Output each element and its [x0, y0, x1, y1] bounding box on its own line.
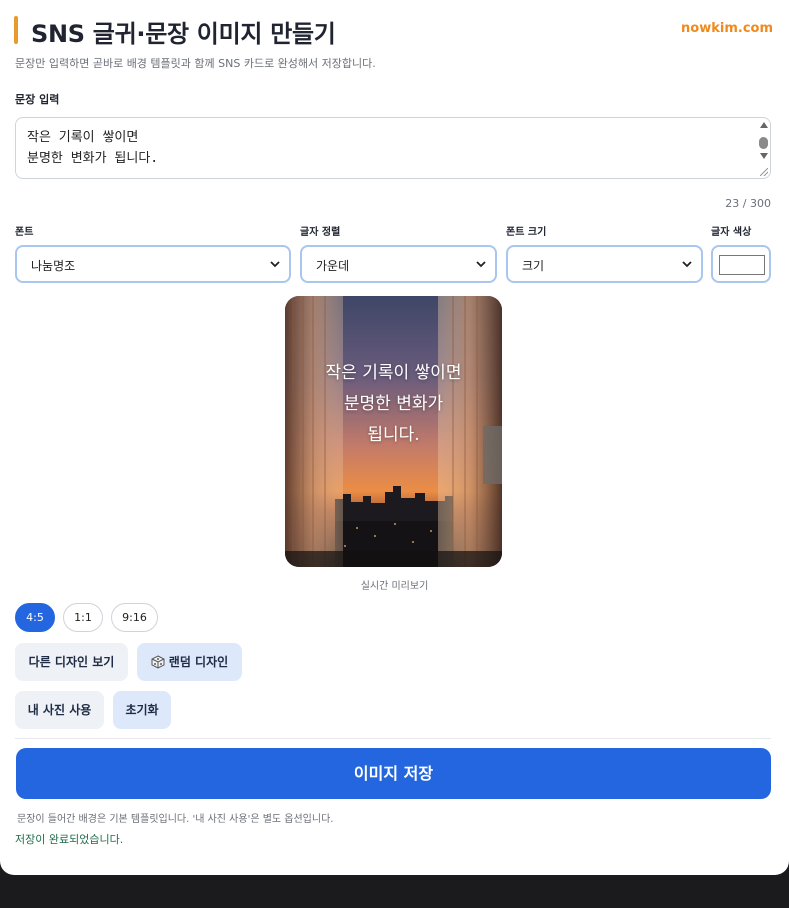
footer-note: 문장이 들어간 배경은 기본 템플릿입니다. '내 사진 사용'은 별도 옵션입…	[17, 814, 334, 825]
card-preview: 작은 기록이 쌓이면 분명한 변화가 됩니다.	[285, 296, 502, 567]
page-subtitle: 문장만 입력하면 곧바로 배경 템플릿과 함께 SNS 카드로 완성해서 저장합…	[15, 57, 376, 70]
scroll-down-arrow-icon[interactable]	[760, 153, 768, 159]
dice-icon	[151, 655, 165, 669]
preview-caption: 실시간 미리보기	[360, 581, 429, 592]
char-counter: 23 / 300	[725, 197, 771, 210]
sentence-textarea[interactable]: 작은 기록이 쌓이면 분명한 변화가 됩니다.	[15, 117, 771, 179]
size-label: 폰트 크기	[506, 227, 547, 238]
font-select[interactable]: 나눔명조	[15, 245, 291, 283]
preview-line: 됩니다.	[367, 425, 420, 445]
size-select[interactable]: 크기	[506, 245, 703, 283]
save-status-message: 저장이 완료되었습니다.	[15, 833, 124, 846]
align-select-value: 가운데	[316, 259, 350, 273]
ratio-1-1-button[interactable]: 1:1	[63, 603, 103, 632]
page-title: SNS 글귀·문장 이미지 만들기	[31, 20, 336, 48]
align-select[interactable]: 가운데	[300, 245, 497, 283]
brand-link[interactable]: nowkim.com	[681, 21, 773, 36]
header: SNS 글귀·문장 이미지 만들기 nowkim.com	[14, 14, 773, 48]
align-label: 글자 정렬	[300, 227, 341, 238]
ratio-9-16-button[interactable]: 9:16	[111, 603, 158, 632]
sentence-text[interactable]: 작은 기록이 쌓이면 분명한 변화가 됩니다.	[27, 127, 158, 169]
save-image-button[interactable]: 이미지 저장	[16, 748, 771, 799]
resize-grip-icon[interactable]	[760, 168, 768, 176]
text-color-picker[interactable]	[711, 245, 771, 283]
random-design-label: 랜덤 디자인	[168, 655, 229, 669]
reset-button[interactable]: 초기화	[113, 691, 171, 729]
preview-line: 분명한 변화가	[343, 394, 444, 414]
textarea-scrollbar[interactable]	[757, 122, 769, 174]
preview-line: 작은 기록이 쌓이면	[325, 363, 462, 383]
editor-card: SNS 글귀·문장 이미지 만들기 nowkim.com 문장만 입력하면 곧바…	[0, 0, 789, 875]
color-label: 글자 색상	[711, 227, 752, 238]
my-photo-button[interactable]: 내 사진 사용	[15, 691, 104, 729]
ratio-4-5-button[interactable]: 4:5	[15, 603, 55, 632]
size-select-value: 크기	[522, 259, 545, 273]
title-accent-bar	[14, 16, 18, 44]
chevron-down-icon	[682, 261, 692, 268]
chevron-down-icon	[476, 261, 486, 268]
color-swatch[interactable]	[719, 255, 765, 275]
chevron-down-icon	[270, 261, 280, 268]
font-label: 폰트	[15, 227, 34, 238]
input-label: 문장 입력	[15, 93, 60, 106]
scroll-up-arrow-icon[interactable]	[760, 122, 768, 128]
font-select-value: 나눔명조	[31, 259, 76, 273]
other-design-button[interactable]: 다른 디자인 보기	[15, 643, 128, 681]
scroll-thumb[interactable]	[759, 137, 768, 149]
preview-text: 작은 기록이 쌓이면 분명한 변화가 됩니다.	[285, 358, 502, 451]
divider	[15, 738, 771, 739]
random-design-button[interactable]: 랜덤 디자인	[137, 643, 242, 681]
